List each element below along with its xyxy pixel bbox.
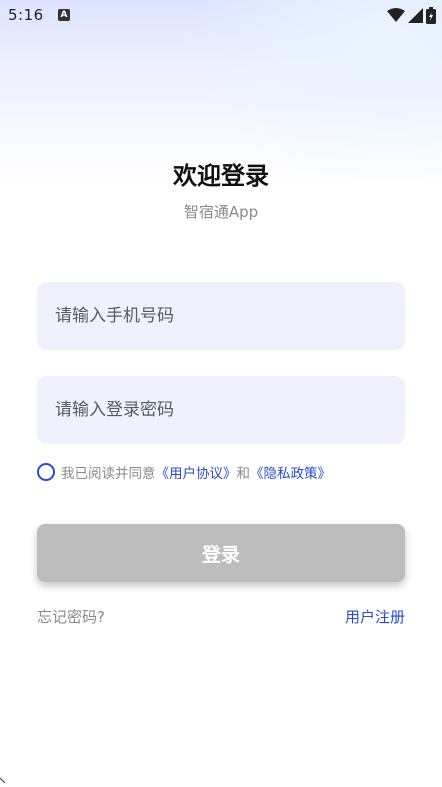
page-title: 欢迎登录	[173, 162, 269, 190]
agreement-conjunction: 和	[236, 466, 251, 482]
wifi-icon	[387, 8, 405, 22]
phone-input[interactable]	[37, 282, 405, 350]
app-name-subtitle: 智宿通App	[183, 203, 259, 221]
privacy-policy-link[interactable]: 《隐私政策》	[250, 462, 331, 482]
agreement-prefix: 我已阅读并同意	[61, 466, 156, 482]
battery-icon	[426, 6, 436, 24]
status-icons	[387, 6, 436, 24]
login-button[interactable]: 登录	[37, 524, 405, 582]
register-link[interactable]: 用户注册	[345, 606, 405, 627]
status-bar: 5:16 A	[0, 0, 442, 30]
agreement-radio[interactable]	[37, 463, 55, 481]
agreement-row: 我已阅读并同意 《用户协议》 和 《隐私政策》	[37, 460, 331, 484]
signal-icon	[408, 7, 423, 23]
forgot-password-link[interactable]: 忘记密码?	[37, 606, 105, 627]
notification-app-icon: A	[58, 9, 70, 21]
user-agreement-link[interactable]: 《用户协议》	[156, 462, 237, 482]
corner-mark-icon	[0, 778, 5, 783]
password-input[interactable]	[37, 376, 405, 444]
status-time: 5:16	[8, 6, 44, 24]
